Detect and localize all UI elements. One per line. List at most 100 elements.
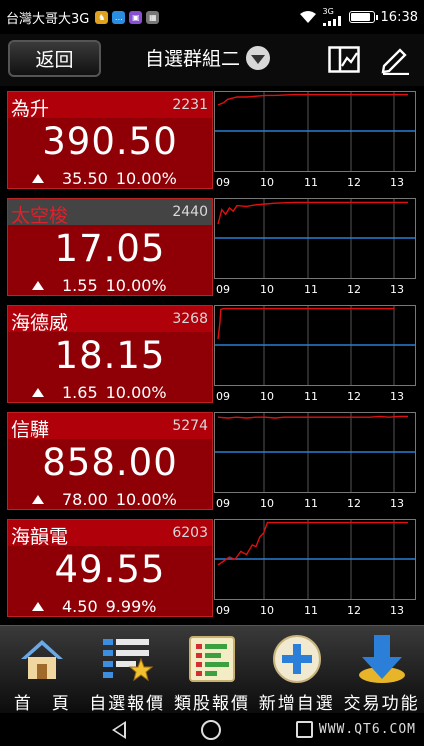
axis-tick-label: 12 bbox=[347, 390, 361, 403]
price-change: 78.00 bbox=[62, 490, 108, 509]
axis-tick-label: 13 bbox=[390, 604, 404, 617]
nav-trade[interactable]: 交易功能 bbox=[339, 626, 424, 714]
price-change: 1.55 bbox=[62, 276, 98, 295]
nav-label: 自選報價 bbox=[89, 694, 166, 714]
change-row: 4.50 9.99% bbox=[32, 597, 156, 616]
edit-icon[interactable] bbox=[379, 45, 411, 75]
stock-code: 5274 bbox=[172, 418, 208, 434]
system-recents-icon[interactable] bbox=[296, 721, 313, 738]
intraday-chart[interactable]: 09 10 11 12 13 bbox=[214, 519, 416, 617]
sector-quote-icon bbox=[188, 636, 235, 682]
stock-code: 2440 bbox=[172, 204, 208, 220]
axis-tick-label: 11 bbox=[304, 497, 318, 510]
axis-tick-label: 11 bbox=[304, 390, 318, 403]
intraday-chart[interactable]: 09 10 11 12 13 bbox=[214, 198, 416, 296]
axis-tick-label: 10 bbox=[260, 283, 274, 296]
stock-name: 信驊 bbox=[11, 419, 50, 441]
axis-tick-label: 11 bbox=[304, 176, 318, 189]
quote-card[interactable]: 海德威 3268 18.15 1.65 10.00% bbox=[7, 305, 213, 403]
nav-label: 交易功能 bbox=[343, 694, 420, 714]
quote-card[interactable]: 信驊 5274 858.00 78.00 10.00% bbox=[7, 412, 213, 510]
axis-tick-label: 10 bbox=[260, 390, 274, 403]
app-header: 返回 自選群組二 bbox=[0, 34, 424, 86]
percent-change: 10.00% bbox=[115, 490, 177, 509]
image-icon: ▦ bbox=[146, 10, 160, 24]
axis-tick-label: 13 bbox=[390, 283, 404, 296]
signal-icon bbox=[322, 16, 341, 26]
carrier-label: 台灣大哥大3G bbox=[6, 11, 90, 27]
stock-name: 海德威 bbox=[11, 312, 69, 334]
watermark: WWW.QT6.COM bbox=[318, 722, 416, 737]
nav-watchlist[interactable]: 自選報價 bbox=[85, 626, 170, 714]
nav-label: 類股報價 bbox=[173, 694, 250, 714]
up-arrow-icon bbox=[32, 281, 44, 290]
stock-row[interactable]: 海德威 3268 18.15 1.65 10.00% 09 10 11 12 13 bbox=[0, 300, 424, 404]
stock-price: 18.15 bbox=[54, 334, 166, 377]
axis-tick-label: 10 bbox=[260, 604, 274, 617]
bottom-nav: 首 頁 自選報價 類股報價 新增自選 交易功能 bbox=[0, 625, 424, 714]
system-back-inner bbox=[115, 724, 124, 736]
gallery-icon: ▣ bbox=[129, 10, 143, 24]
network-type-label: 3G bbox=[322, 7, 334, 16]
intraday-chart[interactable]: 09 10 11 12 13 bbox=[214, 412, 416, 510]
battery-icon bbox=[348, 11, 378, 23]
dropdown-icon[interactable] bbox=[246, 45, 271, 70]
stock-row[interactable]: 海韻電 6203 49.55 4.50 9.99% 09 10 11 12 13 bbox=[0, 514, 424, 618]
notification-icons: ♞… ▣ ▦ bbox=[95, 10, 160, 24]
add-watchlist-icon bbox=[272, 635, 321, 683]
stock-code: 3268 bbox=[172, 311, 208, 327]
intraday-chart[interactable]: 09 10 11 12 13 bbox=[214, 91, 416, 189]
back-button[interactable]: 返回 bbox=[8, 40, 101, 77]
system-home-icon[interactable] bbox=[201, 720, 221, 740]
stock-row[interactable]: 為升 2231 390.50 35.50 10.00% 09 10 11 12 13 bbox=[0, 86, 424, 190]
stock-price: 390.50 bbox=[42, 120, 178, 163]
nav-add-watchlist[interactable]: 新增自選 bbox=[254, 626, 339, 714]
stock-price: 17.05 bbox=[54, 227, 166, 270]
up-arrow-icon bbox=[32, 495, 44, 504]
group-selector[interactable]: 自選群組二 bbox=[145, 44, 271, 71]
trade-icon bbox=[358, 635, 405, 683]
stock-code: 2231 bbox=[172, 97, 208, 113]
price-change: 1.65 bbox=[62, 383, 98, 402]
change-row: 35.50 10.00% bbox=[32, 169, 177, 188]
wifi-icon bbox=[299, 11, 316, 23]
chart-view-icon[interactable] bbox=[328, 46, 360, 73]
nav-label: 首 頁 bbox=[13, 694, 71, 714]
up-arrow-icon bbox=[32, 388, 44, 397]
stock-row[interactable]: 太空梭 2440 17.05 1.55 10.00% 09 10 11 12 13 bbox=[0, 193, 424, 297]
axis-tick-label: 13 bbox=[390, 497, 404, 510]
intraday-chart[interactable]: 09 10 11 12 13 bbox=[214, 305, 416, 403]
price-change: 35.50 bbox=[62, 169, 108, 188]
page-title: 自選群組二 bbox=[145, 48, 241, 70]
axis-tick-label: 09 bbox=[216, 604, 230, 617]
axis-tick-label: 09 bbox=[216, 390, 230, 403]
percent-change: 10.00% bbox=[105, 383, 167, 402]
axis-tick-label: 12 bbox=[347, 497, 361, 510]
axis-tick-label: 13 bbox=[390, 176, 404, 189]
home-icon bbox=[21, 640, 64, 679]
up-arrow-icon bbox=[32, 174, 44, 183]
percent-change: 9.99% bbox=[105, 597, 157, 616]
nav-home[interactable]: 首 頁 bbox=[0, 626, 85, 714]
status-bar: 台灣大哥大3G ♞… ▣ ▦ 3G 16:38 bbox=[0, 0, 424, 34]
quote-card[interactable]: 太空梭 2440 17.05 1.55 10.00% bbox=[7, 198, 213, 296]
quote-card[interactable]: 為升 2231 390.50 35.50 10.00% bbox=[7, 91, 213, 189]
nav-sector-quote[interactable]: 類股報價 bbox=[170, 626, 255, 714]
axis-tick-label: 12 bbox=[347, 283, 361, 296]
axis-tick-label: 12 bbox=[347, 604, 361, 617]
axis-tick-label: 10 bbox=[260, 176, 274, 189]
system-nav-bar: WWW.QT6.COM bbox=[0, 713, 424, 746]
watchlist-icon bbox=[103, 639, 154, 682]
stock-row[interactable]: 信驊 5274 858.00 78.00 10.00% 09 10 11 12 13 bbox=[0, 407, 424, 511]
change-row: 78.00 10.00% bbox=[32, 490, 177, 509]
axis-tick-label: 09 bbox=[216, 176, 230, 189]
change-row: 1.65 10.00% bbox=[32, 383, 167, 402]
chat-icon: … bbox=[112, 10, 126, 24]
stock-price: 858.00 bbox=[42, 441, 178, 484]
up-arrow-icon bbox=[32, 602, 44, 611]
stock-code: 6203 bbox=[172, 525, 208, 541]
clock: 16:38 bbox=[380, 9, 418, 25]
quote-card[interactable]: 海韻電 6203 49.55 4.50 9.99% bbox=[7, 519, 213, 617]
axis-tick-label: 11 bbox=[304, 604, 318, 617]
price-change: 4.50 bbox=[62, 597, 98, 616]
